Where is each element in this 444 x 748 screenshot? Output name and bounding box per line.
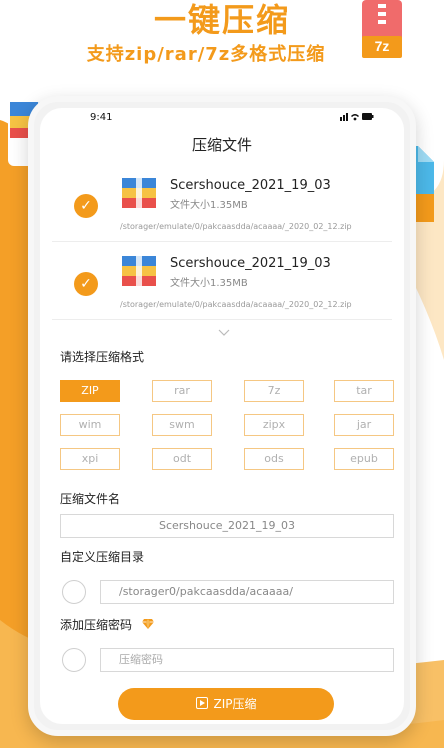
file-name: Scershouce_2021_19_03: [170, 256, 331, 271]
custom-dir-label: 自定义压缩目录: [60, 550, 145, 564]
password-input[interactable]: 压缩密码: [100, 648, 394, 672]
archive-file-icon: [122, 256, 156, 286]
vip-diamond-icon: [142, 619, 154, 629]
file-list-item[interactable]: ✓ Scershouce_2021_19_03 文件大小1.35MB /stor…: [52, 170, 392, 242]
file-path: /storager/emulate/0/pakcaasdda/acaaaa/_2…: [120, 300, 352, 309]
phone-frame: 9:41 压缩文件 ✓ Scershouce_2021_19_03 文件大小1.…: [28, 96, 416, 736]
screen-title: 压缩文件: [191, 136, 252, 154]
status-time: 9:41: [90, 112, 113, 123]
format-option-swm[interactable]: swm: [152, 414, 212, 436]
custom-dir-radio[interactable]: [62, 580, 86, 604]
status-icons: [340, 110, 374, 125]
custom-dir-input[interactable]: /storager0/pakcaasdda/acaaaa/: [100, 580, 394, 604]
filename-label: 压缩文件名: [60, 492, 121, 506]
format-option-rar[interactable]: rar: [152, 380, 212, 402]
format-option-7z[interactable]: 7z: [244, 380, 304, 402]
format-option-zip[interactable]: ZIP: [60, 380, 120, 402]
file-name: Scershouce_2021_19_03: [170, 178, 331, 193]
format-label: 请选择压缩格式: [60, 350, 145, 364]
7z-file-icon: 7z: [362, 0, 402, 58]
format-option-odt[interactable]: odt: [152, 448, 212, 470]
file-size: 文件大小1.35MB: [170, 200, 248, 211]
file-size: 文件大小1.35MB: [170, 278, 248, 289]
signal-wifi-battery-icon: [340, 113, 374, 121]
filename-input[interactable]: Scershouce_2021_19_03: [60, 514, 394, 538]
format-option-jar[interactable]: jar: [334, 414, 394, 436]
zip-compress-label: ZIP压缩: [213, 697, 257, 711]
hero-subtitle: 支持zip/rar/7z多格式压缩: [86, 44, 326, 65]
phone-screen: 9:41 压缩文件 ✓ Scershouce_2021_19_03 文件大小1.…: [40, 108, 404, 724]
checked-icon[interactable]: ✓: [74, 194, 98, 218]
file-path: /storager/emulate/0/pakcaasdda/acaaaa/_2…: [120, 222, 352, 231]
archive-file-icon: [122, 178, 156, 208]
checked-icon[interactable]: ✓: [74, 272, 98, 296]
password-radio[interactable]: [62, 648, 86, 672]
file-list-item[interactable]: ✓ Scershouce_2021_19_03 文件大小1.35MB /stor…: [52, 248, 392, 320]
format-option-wim[interactable]: wim: [60, 414, 120, 436]
chevron-down-icon[interactable]: [218, 326, 230, 338]
7z-badge-label: 7z: [374, 38, 390, 54]
format-option-zipx[interactable]: zipx: [244, 414, 304, 436]
play-icon: [195, 697, 208, 709]
zip-compress-button[interactable]: ZIP压缩: [118, 688, 334, 720]
format-option-epub[interactable]: epub: [334, 448, 394, 470]
format-option-tar[interactable]: tar: [334, 380, 394, 402]
format-option-xpi[interactable]: xpi: [60, 448, 120, 470]
password-label: 添加压缩密码: [60, 618, 133, 632]
format-option-ods[interactable]: ods: [244, 448, 304, 470]
